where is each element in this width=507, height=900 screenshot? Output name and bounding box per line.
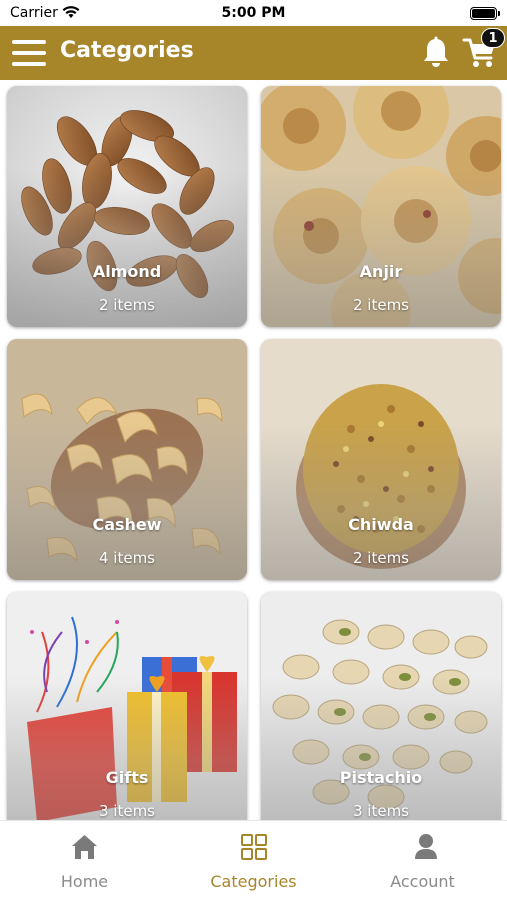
category-name: Gifts [105,768,149,787]
card-overlay [261,86,501,327]
category-name: Pistachio [339,768,423,787]
card-overlay [7,339,247,580]
bell-icon[interactable] [421,36,451,70]
category-card-almond[interactable]: Almond 2 items [7,86,247,327]
page-title: Categories [60,38,194,63]
tab-label-home: Home [60,872,109,891]
tab-categories[interactable]: Categories [169,821,338,900]
clock: 5:00 PM [221,5,286,21]
category-count: 3 items [98,802,155,820]
app-header: Categories 1 [0,26,507,80]
category-name: Chiwda [348,515,414,534]
status-bar: Carrier 5:00 PM [0,0,507,26]
category-card-chiwda[interactable]: Chiwda 2 items [261,339,501,580]
category-card-cashew[interactable]: Cashew 4 items [7,339,247,580]
category-count: 4 items [98,549,155,567]
menu-icon[interactable] [12,38,48,68]
category-count: 2 items [352,296,409,314]
card-overlay [261,339,501,580]
card-overlay [7,86,247,327]
category-card-anjir[interactable]: Anjir 2 items [261,86,501,327]
category-count: 3 items [352,802,409,820]
category-name: Cashew [92,515,162,534]
category-card-pistachio[interactable]: Pistachio 3 items [261,592,501,820]
tab-home[interactable]: Home [0,821,169,900]
cart-count-badge: 1 [481,28,505,48]
category-count: 2 items [98,296,155,314]
category-grid: Almond 2 items Anjir 2 items Cashew 4 it… [0,80,507,820]
tab-account[interactable]: Account [338,821,507,900]
tab-label-categories: Categories [210,872,297,891]
home-icon [72,835,97,859]
category-card-gifts[interactable]: Gifts 3 items [7,592,247,820]
category-count: 2 items [352,549,409,567]
bottom-tab-bar: Home Categories Account [0,820,507,900]
battery-icon [470,7,500,20]
grid-icon [241,834,267,860]
tab-label-account: Account [390,872,455,891]
category-name: Almond [92,262,162,281]
person-icon [415,834,437,859]
category-name: Anjir [359,262,403,281]
